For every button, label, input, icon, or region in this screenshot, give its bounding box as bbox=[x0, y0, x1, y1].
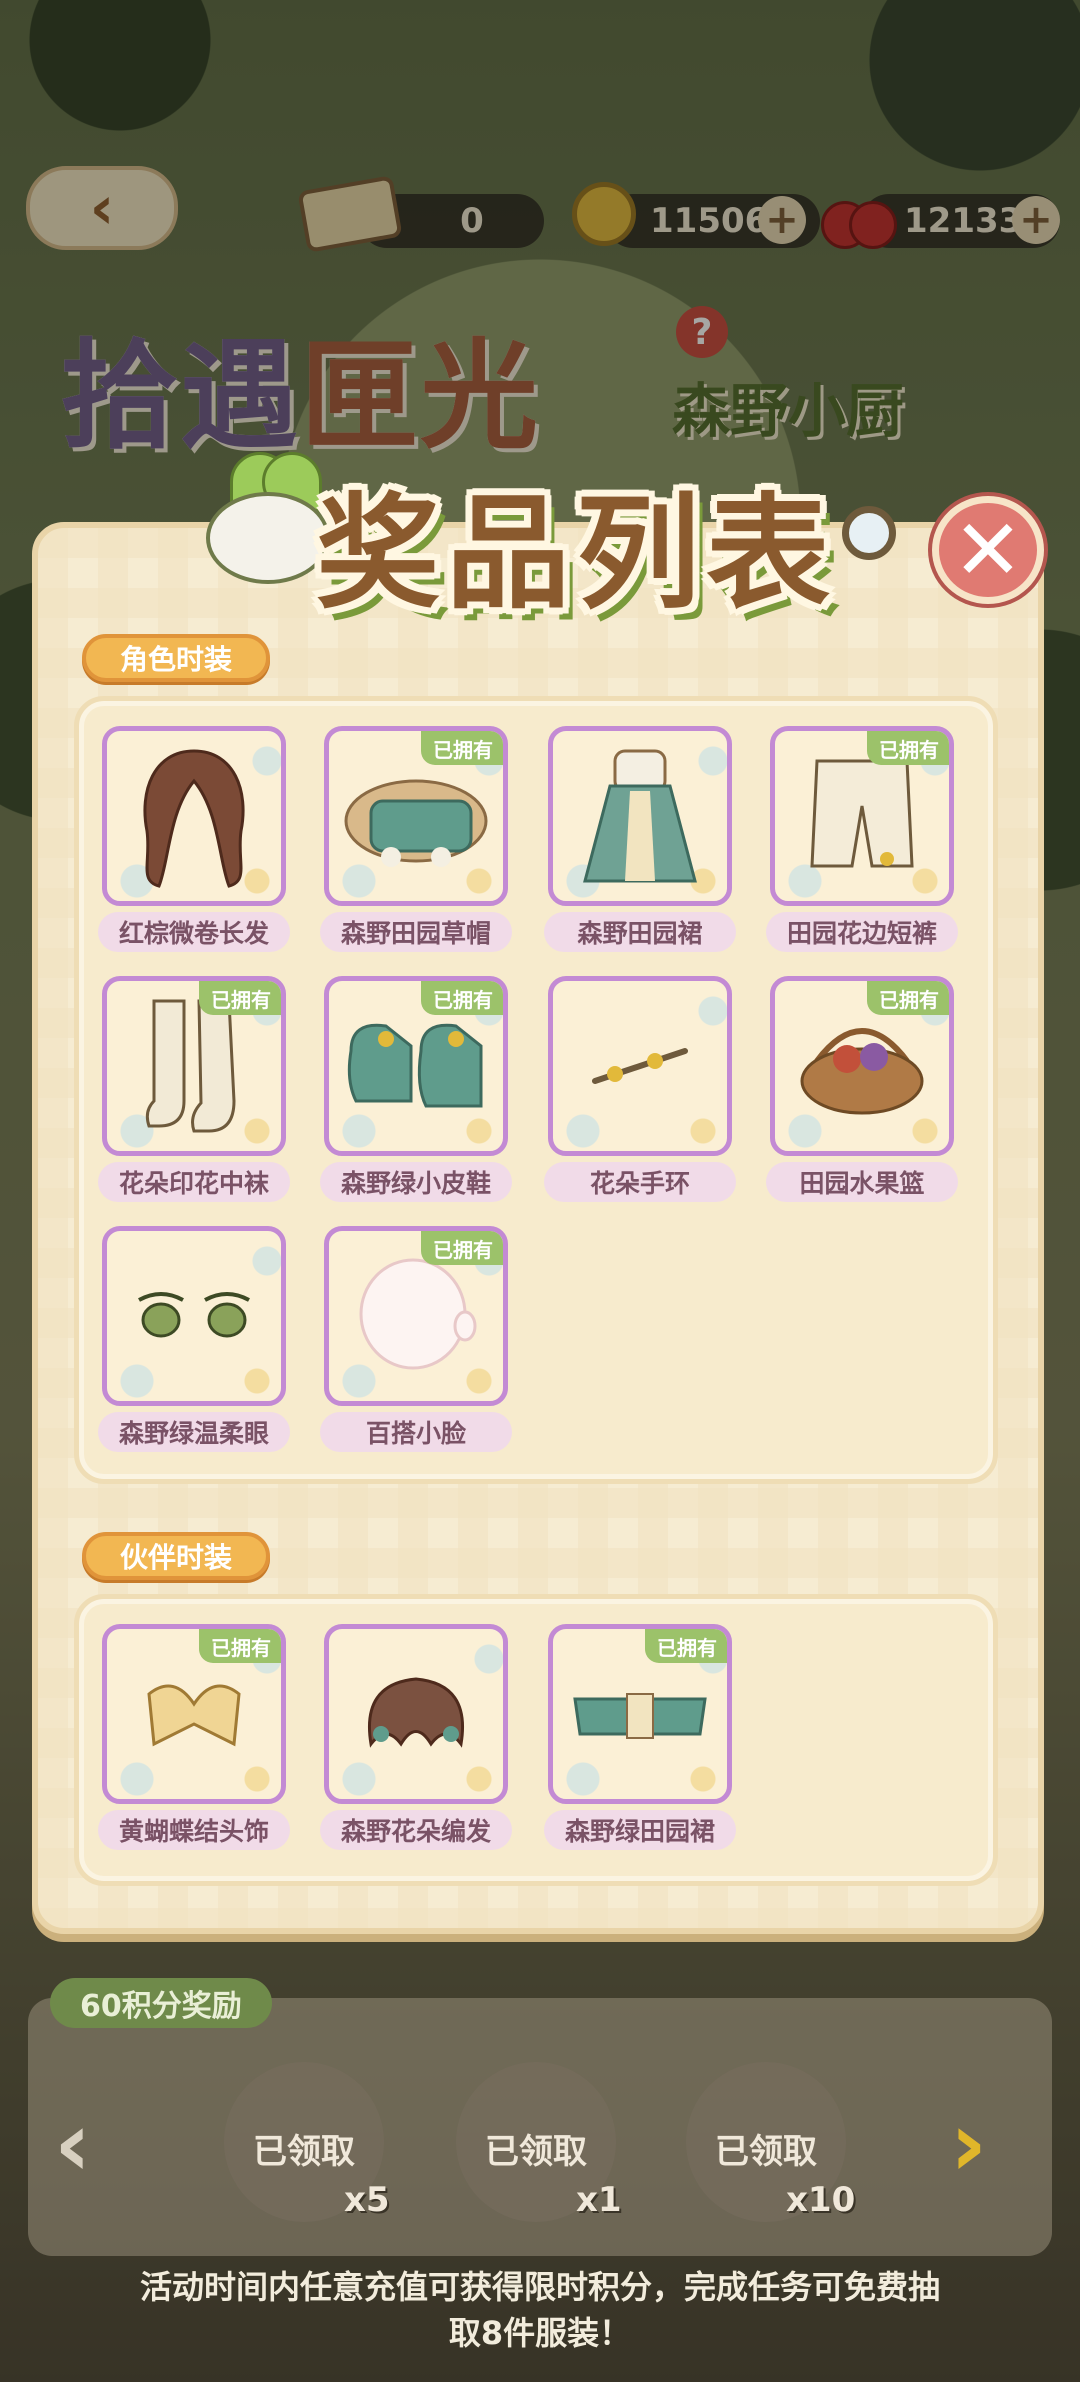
shorts-icon bbox=[810, 759, 914, 868]
braid-icon bbox=[368, 1677, 464, 1748]
owned-badge: 已拥有 bbox=[645, 1629, 727, 1663]
owned-badge: 已拥有 bbox=[199, 981, 281, 1015]
magnifier-icon bbox=[842, 506, 896, 560]
prize-item[interactable]: 森野绿温柔眼 bbox=[98, 1226, 290, 1458]
prize-item[interactable]: 森野田园裙 bbox=[544, 726, 736, 958]
owned-badge: 已拥有 bbox=[867, 731, 949, 765]
section-tag-character-outfits: 角色时装 bbox=[82, 634, 271, 682]
prize-item[interactable]: 已拥有 花朵印花中袜 bbox=[98, 976, 290, 1208]
prize-item[interactable]: 已拥有 百搭小脸 bbox=[320, 1226, 512, 1458]
prize-item[interactable]: 花朵手环 bbox=[544, 976, 736, 1208]
eyes-icon bbox=[138, 1292, 250, 1338]
prize-item[interactable]: 已拥有 黄蝴蝶结头饰 bbox=[98, 1624, 290, 1856]
prize-item[interactable]: 已拥有 田园花边短裤 bbox=[766, 726, 958, 958]
prize-item[interactable]: 已拥有 森野绿小皮鞋 bbox=[320, 976, 512, 1208]
face-icon bbox=[359, 1258, 477, 1370]
prize-item[interactable]: 已拥有 森野田园草帽 bbox=[320, 726, 512, 958]
prize-item[interactable]: 已拥有 田园水果篮 bbox=[766, 976, 958, 1208]
reward-count: x1 bbox=[576, 2180, 622, 2220]
owned-badge: 已拥有 bbox=[421, 731, 503, 765]
next-arrow-icon[interactable]: › bbox=[950, 2100, 987, 2190]
bracelet-icon bbox=[592, 1048, 688, 1084]
modal-title: 奖品列表 bbox=[316, 482, 837, 626]
event-description: 活动时间内任意充值可获得限时积分，完成任务可免费抽 取8件服装！ bbox=[139, 2268, 940, 2352]
owned-badge: 已拥有 bbox=[421, 1231, 503, 1265]
shoes-icon bbox=[347, 1023, 483, 1108]
prev-arrow-icon[interactable]: ‹ bbox=[54, 2100, 91, 2190]
reward-tag: 60积分奖励 bbox=[50, 1978, 272, 2028]
prize-item[interactable]: 红棕微卷长发 bbox=[98, 726, 290, 958]
hair-icon bbox=[143, 749, 245, 888]
owned-badge: 已拥有 bbox=[867, 981, 949, 1015]
bow-icon bbox=[147, 1684, 241, 1747]
dress-icon bbox=[583, 749, 697, 883]
basket-icon bbox=[800, 1028, 924, 1115]
skirt-icon bbox=[573, 1693, 707, 1739]
close-button[interactable]: ✕ bbox=[932, 496, 1044, 604]
prize-item[interactable]: 已拥有 森野绿田园裙 bbox=[544, 1624, 736, 1856]
reward-claimed-label: 已领取 bbox=[485, 2132, 587, 2172]
reward-claimed-label: 已领取 bbox=[253, 2132, 355, 2172]
prize-item[interactable]: 森野花朵编发 bbox=[320, 1624, 512, 1856]
hat-icon bbox=[344, 779, 488, 867]
reward-count: x10 bbox=[786, 2180, 856, 2220]
section-tag-partner-outfits: 伙伴时装 bbox=[82, 1532, 271, 1580]
owned-badge: 已拥有 bbox=[199, 1629, 281, 1663]
reward-count: x5 bbox=[344, 2180, 390, 2220]
reward-claimed-label: 已领取 bbox=[715, 2132, 817, 2172]
owned-badge: 已拥有 bbox=[421, 981, 503, 1015]
mascot-icon bbox=[196, 452, 330, 584]
